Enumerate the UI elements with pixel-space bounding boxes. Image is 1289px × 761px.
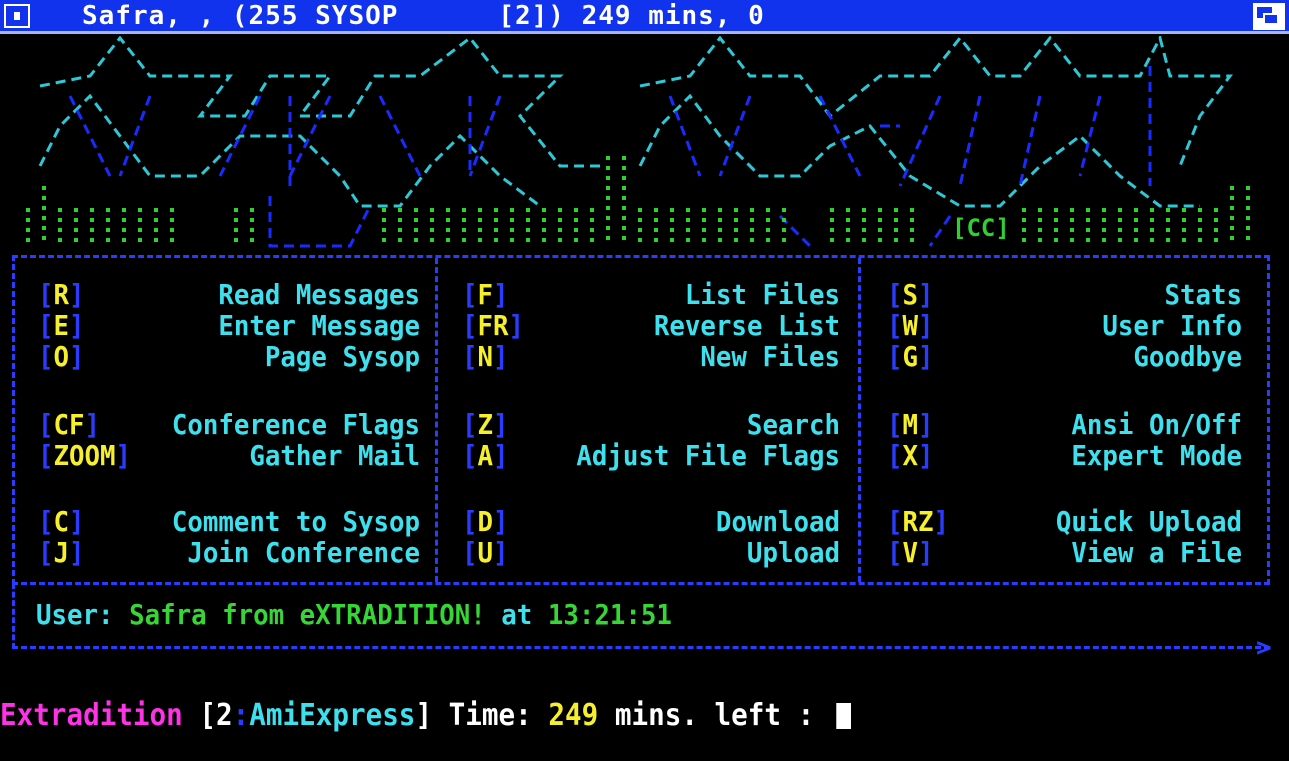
menu-item-download[interactable]: Download — [582, 507, 840, 537]
menu-item-quick-upload[interactable]: Quick Upload — [1001, 507, 1242, 537]
text-cursor[interactable] — [836, 703, 852, 729]
menu-item-join-conference[interactable]: Join Conference — [172, 538, 420, 568]
prompt-time-label: Time: — [448, 698, 549, 733]
logo-cc-tag: [CC] — [952, 214, 1010, 242]
depth-arrange-icon[interactable] — [1253, 3, 1285, 30]
menu-item-search[interactable]: Search — [582, 410, 840, 440]
menu-item-new-files[interactable]: New Files — [582, 342, 840, 372]
menu-key-ansi-toggle[interactable]: M — [887, 410, 934, 440]
window-title: Safra, , (255 SYSOP [2]) 249 mins, 0 — [82, 1, 765, 31]
menu-item-view-file[interactable]: View a File — [1001, 538, 1242, 568]
menu-key-join-conference[interactable]: J — [38, 538, 85, 568]
menu-key-adjust-file-flags[interactable]: A — [462, 441, 509, 471]
menu-key-read-messages[interactable]: R — [38, 280, 85, 310]
menu-item-expert-mode[interactable]: Expert Mode — [1001, 441, 1242, 471]
prompt-node-number: 2 — [216, 698, 233, 733]
menu-key-list-files[interactable]: F — [462, 280, 509, 310]
menu-item-reverse-list[interactable]: Reverse List — [582, 311, 840, 341]
menu-item-user-info[interactable]: User Info — [1001, 311, 1242, 341]
user-info-name: Safra from eXTRADITION! — [129, 598, 486, 631]
prompt-colon: : — [232, 698, 250, 733]
arrow-right-icon: > — [1256, 633, 1272, 663]
menu-key-reverse-list[interactable]: FR — [462, 311, 524, 341]
column-divider — [858, 258, 861, 582]
column-divider — [435, 258, 438, 582]
menu-key-search[interactable]: Z — [462, 410, 509, 440]
command-prompt[interactable]: Extradition [2:AmiExpress] Time: 249 min… — [0, 698, 852, 733]
menu-item-conference-flags[interactable]: Conference Flags — [172, 410, 420, 440]
menu-item-goodbye[interactable]: Goodbye — [1001, 342, 1242, 372]
menu-key-conference-flags[interactable]: CF — [38, 410, 100, 440]
menu-key-stats[interactable]: S — [887, 280, 934, 310]
menu-key-enter-message[interactable]: E — [38, 311, 85, 341]
menu-item-upload[interactable]: Upload — [582, 538, 840, 568]
prompt-minutes-suffix: mins. left : — [598, 698, 831, 733]
prompt-software-name: AmiExpress — [249, 698, 416, 733]
menu-item-stats[interactable]: Stats — [1001, 280, 1242, 310]
menu-key-quick-upload[interactable]: RZ — [887, 507, 949, 537]
close-window-icon[interactable] — [4, 4, 30, 28]
menu-item-gather-mail[interactable]: Gather Mail — [172, 441, 420, 471]
menu-key-view-file[interactable]: V — [887, 538, 934, 568]
main-menu-ascii-logo: [CC] — [26, 36, 1250, 248]
menu-item-ansi-toggle[interactable]: Ansi On/Off — [1001, 410, 1242, 440]
menu-item-adjust-file-flags[interactable]: Adjust File Flags — [564, 441, 840, 471]
user-info-line: User: Safra from eXTRADITION! at 13:21:5… — [36, 600, 672, 630]
user-info-time: 13:21:51 — [547, 598, 672, 631]
prompt-bbs-name: Extradition — [0, 698, 183, 733]
menu-key-comment-to-sysop[interactable]: C — [38, 507, 85, 537]
menu-key-goodbye[interactable]: G — [887, 342, 934, 372]
menu-key-new-files[interactable]: N — [462, 342, 509, 372]
menu-key-upload[interactable]: U — [462, 538, 509, 568]
bbs-terminal-window: Safra, , (255 SYSOP [2]) 249 mins, 0 [CC… — [0, 0, 1289, 761]
menu-key-page-sysop[interactable]: O — [38, 342, 85, 372]
menu-item-comment-to-sysop[interactable]: Comment to Sysop — [172, 507, 420, 537]
window-title-bar[interactable]: Safra, , (255 SYSOP [2]) 249 mins, 0 — [0, 0, 1289, 34]
user-info-label: User: — [36, 598, 130, 631]
menu-key-gather-mail[interactable]: ZOOM — [38, 441, 131, 471]
menu-item-read-messages[interactable]: Read Messages — [172, 280, 420, 310]
prompt-minutes-left: 249 — [548, 698, 599, 733]
prompt-bracket-close: ] — [415, 698, 449, 733]
menu-item-list-files[interactable]: List Files — [582, 280, 840, 310]
menu-key-user-info[interactable]: W — [887, 311, 934, 341]
user-info-at: at — [485, 598, 548, 631]
prompt-bracket-open: [ — [182, 698, 217, 733]
menu-key-download[interactable]: D — [462, 507, 509, 537]
menu-item-page-sysop[interactable]: Page Sysop — [172, 342, 420, 372]
menu-item-enter-message[interactable]: Enter Message — [172, 311, 420, 341]
menu-key-expert-mode[interactable]: X — [887, 441, 934, 471]
